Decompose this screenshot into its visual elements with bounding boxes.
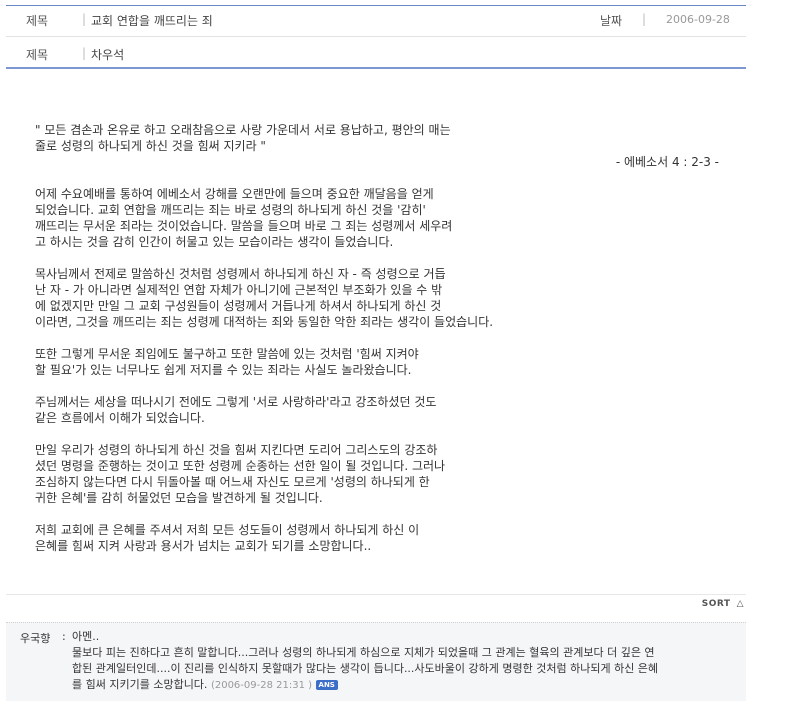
date-label: 날짜	[600, 14, 623, 28]
author-separator: |	[82, 46, 87, 60]
paragraph-line: 목사님께서 전제로 말씀하신 것처럼 성령께서 하나되게 하신 자 - 즉 성령…	[35, 267, 446, 281]
sort-label: SORT	[701, 599, 731, 609]
title-separator: |	[82, 12, 87, 26]
quote-line: " 모든 겸손과 온유로 하고 오래참음으로 사랑 가운데서 서로 용납하고, …	[35, 123, 451, 137]
author-label: 제목	[26, 48, 49, 62]
header-divider	[6, 36, 746, 37]
paragraph-line: 은혜를 힘써 지켜 사랑과 용서가 넘치는 교회가 되기를 소망합니다..	[35, 539, 372, 553]
comment-sort-bar: SORT △	[6, 594, 746, 613]
comment-line: 아멘..	[72, 630, 100, 643]
post-date: 2006-09-28	[666, 13, 730, 26]
comment-item: 우국향 : 아멘.. 물보다 피는 진하다고 흔히 말합니다...그러나 성령의…	[6, 622, 746, 701]
paragraph-line: 같은 흐름에서 이해가 되었습니다.	[35, 411, 205, 425]
sort-triangle-icon: △	[736, 599, 744, 609]
sort-button[interactable]: SORT △	[702, 599, 744, 609]
reply-button[interactable]: ANS	[315, 680, 338, 690]
post-body: " 모든 겸손과 온유로 하고 오래참음으로 사랑 가운데서 서로 용납하고, …	[35, 122, 725, 554]
paragraph-line: 또한 그렇게 무서운 죄임에도 불구하고 또한 말씀에 있는 것처럼 '힘써 지…	[35, 347, 419, 361]
comment-author: 우국향	[20, 632, 51, 645]
post-title: 교회 연합을 깨뜨리는 죄	[91, 14, 213, 28]
quote-line: 줄로 성령의 하나되게 하신 것을 힘써 지키라 "	[35, 139, 266, 153]
quote-reference: - 에베소서 4 : 2-3 -	[615, 155, 719, 169]
paragraph-line: 저희 교회에 큰 은혜를 주셔서 저희 모든 성도들이 성령께서 하나되게 하신…	[35, 523, 420, 537]
date-separator: |	[642, 12, 647, 26]
comment-author-colon: :	[62, 630, 66, 643]
paragraph-line: 주님께서는 세상을 떠나시기 전에도 그렇게 '서로 사랑하라'라고 강조하셨던…	[35, 395, 437, 409]
paragraph-line: 고 하시는 것을 감히 인간이 허물고 있는 모습이라는 생각이 들었습니다.	[35, 235, 394, 249]
post-view: 제목 | 교회 연합을 깨뜨리는 죄 날짜 | 2006-09-28 제목 | …	[0, 0, 806, 709]
comment-body: 아멘.. 물보다 피는 진하다고 흔히 말합니다...그러나 성령의 하나되게 …	[72, 629, 742, 694]
comment-line: 를 힘써 지키기를 소망합니다.	[72, 678, 208, 691]
paragraph-line: 되었습니다. 교회 연합을 깨뜨리는 죄는 바로 성령의 하나되게 하신 것을 …	[35, 203, 426, 217]
title-row: 제목 | 교회 연합을 깨뜨리는 죄 날짜 | 2006-09-28	[6, 4, 746, 34]
paragraph-line: 에 없겠지만 만일 그 교회 구성원들이 성령께서 거듭나게 하셔서 하나되게 …	[35, 299, 442, 313]
comment-timestamp: (2006-09-28 21:31 )	[210, 680, 313, 691]
paragraph-line: 어제 수요예배를 통하여 에베소서 강해를 오랜만에 들으며 중요한 깨달음을 …	[35, 187, 434, 201]
paragraph-line: 셨던 명령을 준행하는 것이고 또한 성령께 순종하는 선한 일이 될 것입니다…	[35, 459, 446, 473]
paragraph-line: 이라면, 그것을 깨뜨리는 죄는 성령께 대적하는 죄와 동일한 악한 죄라는 …	[35, 315, 494, 329]
paragraph-line: 깨뜨리는 무서운 죄라는 것이었습니다. 말씀을 들으며 바로 그 죄는 성령께…	[35, 219, 453, 233]
post-author: 차우석	[91, 48, 125, 62]
paragraph-line: 만일 우리가 성령의 하나되게 하신 것을 힘써 지킨다면 도리어 그리스도의 …	[35, 443, 438, 457]
header-bottom-border	[6, 67, 746, 69]
comment-line: 물보다 피는 진하다고 흔히 말합니다...그러나 성령의 하나되게 하심으로 …	[72, 646, 655, 659]
paragraph-line: 할 필요'가 있는 너무나도 쉽게 저지를 수 있는 죄라는 사실도 놀라왔습니…	[35, 363, 412, 377]
paragraph-line: 귀한 은혜'를 감히 허물었던 모습을 발견하게 될 것입니다.	[35, 491, 323, 505]
comment-last-line: 를 힘써 지키기를 소망합니다. (2006-09-28 21:31 ) ANS	[72, 677, 742, 694]
comment-line: 합된 관계일터인데....이 진리를 인식하지 못할때가 많다는 생각이 듭니다…	[72, 662, 659, 675]
paragraph-line: 조심하지 않는다면 다시 뒤돌아볼 때 어느새 자신도 모르게 '성령의 하나되…	[35, 475, 430, 489]
title-label: 제목	[26, 14, 49, 28]
paragraph-line: 난 자 - 가 아니라면 실제적인 연합 자체가 아니기에 근본적인 부조화가 …	[35, 283, 443, 297]
author-row: 제목 | 차우석	[6, 38, 746, 68]
